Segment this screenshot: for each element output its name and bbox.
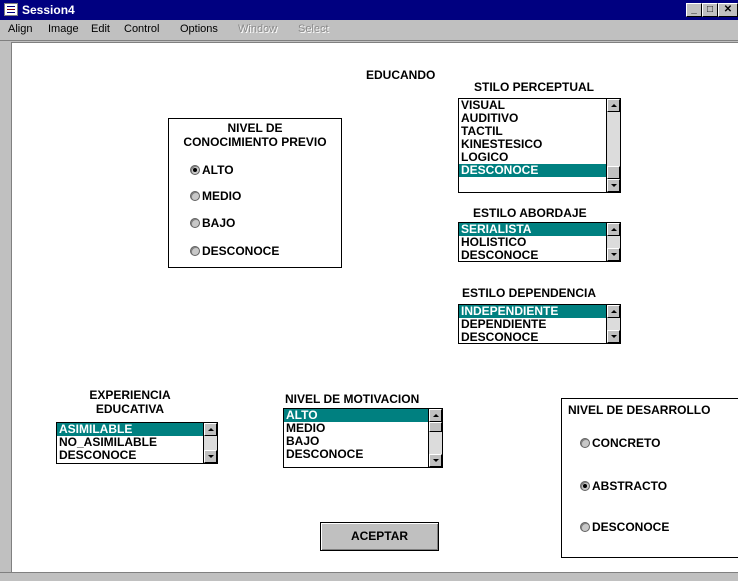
list-item[interactable]: DESCONOCE	[459, 249, 606, 262]
scroll-up-icon[interactable]	[607, 305, 620, 318]
radio-label: ALTO	[202, 163, 234, 177]
scrollbar[interactable]	[606, 223, 620, 261]
scroll-down-icon[interactable]	[607, 179, 620, 192]
radio-icon	[190, 191, 200, 201]
radio-concreto[interactable]: CONCRETO	[580, 436, 660, 450]
scroll-up-icon[interactable]	[429, 409, 442, 422]
scroll-down-icon[interactable]	[429, 454, 442, 467]
scroll-up-icon[interactable]	[607, 223, 620, 236]
estilo-perceptual-listbox[interactable]: VISUAL AUDITIVO TACTIL KINESTESICO LOGIC…	[458, 98, 621, 193]
list-item[interactable]: DESCONOCE	[459, 331, 606, 344]
radio-icon	[580, 522, 590, 532]
estilo-abordaje-title: ESTILO ABORDAJE	[473, 206, 587, 220]
radio-desconoce[interactable]: DESCONOCE	[190, 244, 279, 258]
menu-edit[interactable]: Edit	[91, 23, 110, 35]
radio-icon	[190, 218, 200, 228]
radio-bajo[interactable]: BAJO	[190, 216, 235, 230]
scroll-thumb[interactable]	[429, 422, 442, 432]
radio-label: ABSTRACTO	[592, 479, 668, 493]
list-item[interactable]: DESCONOCE	[57, 449, 203, 462]
conocimiento-title: NIVEL DE CONOCIMIENTO PREVIO	[183, 121, 327, 149]
scroll-track[interactable]	[204, 436, 217, 450]
scroll-down-icon[interactable]	[607, 330, 620, 343]
scroll-down-icon[interactable]	[607, 248, 620, 261]
menu-options[interactable]: Options	[180, 23, 218, 35]
minimize-button[interactable]: _	[686, 3, 702, 17]
scroll-track[interactable]	[607, 112, 620, 166]
menu-window: Window	[238, 23, 278, 35]
estilo-dependencia-title: ESTILO DEPENDENCIA	[462, 286, 597, 300]
menu-image[interactable]: Image	[48, 23, 79, 35]
app-icon[interactable]	[4, 3, 18, 16]
scrollbar[interactable]	[606, 305, 620, 343]
experiencia-title: EXPERIENCIA EDUCATIVA	[89, 388, 171, 416]
menu-control[interactable]: Control	[124, 23, 159, 35]
estilo-dependencia-listbox[interactable]: INDEPENDIENTE DEPENDIENTE DESCONOCE	[458, 304, 621, 344]
session-window: Session4 _ □ ✕ Align Image Edit Control …	[0, 0, 738, 581]
scroll-track[interactable]	[607, 318, 620, 330]
list-item[interactable]: DESCONOCE	[284, 448, 428, 461]
form-heading: EDUCANDO	[366, 68, 436, 82]
radio-selected-icon	[190, 165, 200, 175]
motivacion-title: NIVEL DE MOTIVACION	[285, 392, 420, 406]
maximize-button[interactable]: □	[702, 3, 718, 17]
radio-label: DESCONOCE	[202, 244, 280, 258]
desarrollo-title: NIVEL DE DESARROLLO	[568, 403, 711, 417]
desarrollo-group	[561, 398, 738, 558]
scroll-track[interactable]	[607, 236, 620, 248]
radio-icon	[190, 246, 200, 256]
estilo-abordaje-listbox[interactable]: SERIALISTA HOLISTICO DESCONOCE	[458, 222, 621, 262]
experiencia-listbox[interactable]: ASIMILABLE NO_ASIMILABLE DESCONOCE	[56, 422, 218, 464]
scroll-track[interactable]	[429, 432, 442, 454]
radio-label: MEDIO	[202, 189, 242, 203]
radio-desarrollo-desconoce[interactable]: DESCONOCE	[580, 520, 669, 534]
radio-selected-icon	[580, 481, 590, 491]
scroll-up-icon[interactable]	[607, 99, 620, 112]
window-title: Session4	[22, 3, 75, 17]
motivacion-listbox[interactable]: ALTO MEDIO BAJO DESCONOCE	[283, 408, 443, 468]
close-button[interactable]: ✕	[718, 3, 738, 17]
scroll-thumb[interactable]	[607, 166, 620, 179]
scroll-down-icon[interactable]	[204, 450, 217, 463]
radio-medio[interactable]: MEDIO	[190, 189, 241, 203]
scrollbar[interactable]	[606, 99, 620, 192]
radio-abstracto[interactable]: ABSTRACTO	[580, 479, 667, 493]
estilo-perceptual-title: STILO PERCEPTUAL	[474, 80, 595, 94]
radio-alto[interactable]: ALTO	[190, 163, 234, 177]
menu-select: Select	[298, 23, 329, 35]
scrollbar[interactable]	[203, 423, 217, 463]
menu-align[interactable]: Align	[8, 23, 32, 35]
radio-label: BAJO	[202, 216, 236, 230]
list-item-selected[interactable]: DESCONOCE	[459, 164, 606, 177]
scroll-up-icon[interactable]	[204, 423, 217, 436]
radio-icon	[580, 438, 590, 448]
title-bar[interactable]: Session4 _ □ ✕	[0, 0, 738, 20]
radio-label: CONCRETO	[592, 436, 661, 450]
menu-bar: Align Image Edit Control Options Window …	[0, 20, 738, 41]
accept-button[interactable]: ACEPTAR	[320, 522, 439, 551]
scrollbar[interactable]	[428, 409, 442, 467]
radio-label: DESCONOCE	[592, 520, 670, 534]
